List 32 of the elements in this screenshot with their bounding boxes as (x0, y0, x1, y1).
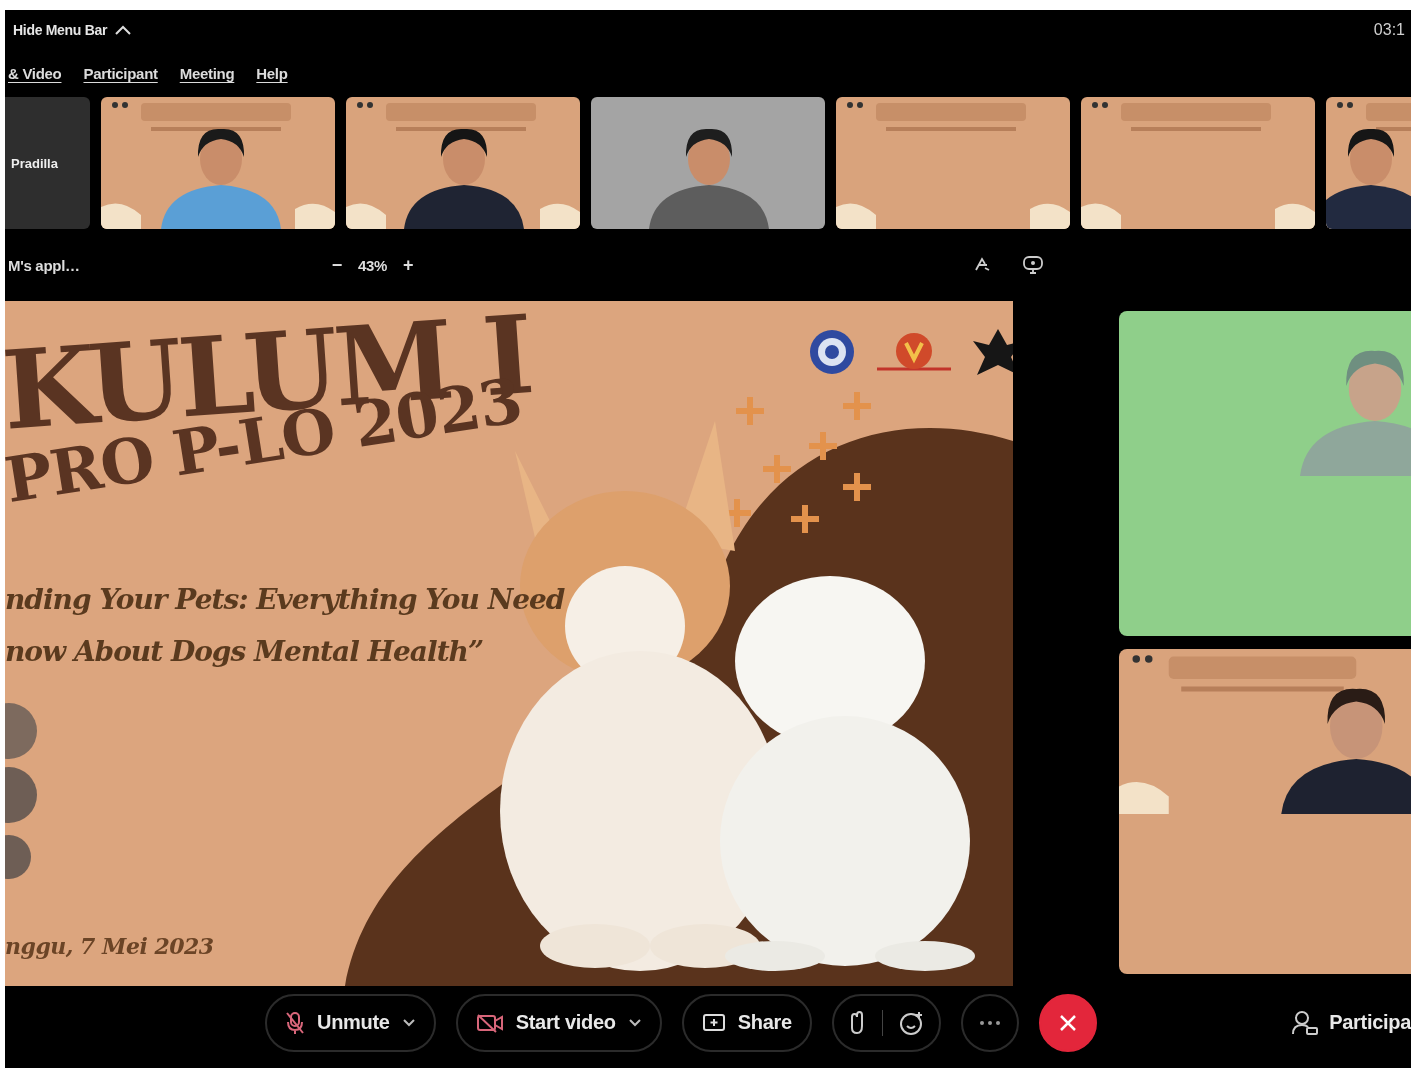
emblem-icon (971, 327, 1013, 377)
menu-item[interactable]: Help (256, 65, 288, 82)
menu-item[interactable]: Meeting (179, 65, 235, 82)
meeting-timer: 03:1 (1373, 21, 1405, 39)
unmute-button[interactable]: Unmute (265, 993, 436, 1052)
slide-date: nggu, 7 Mei 2023 (5, 933, 214, 959)
participant-name-tile[interactable]: Pradilla (5, 97, 90, 229)
close-icon (1057, 1012, 1078, 1033)
zoom-in-button[interactable]: + (403, 254, 414, 276)
zoom-out-button[interactable]: − (331, 254, 342, 276)
reaction-icon[interactable] (898, 1009, 925, 1036)
annotate-icon[interactable] (973, 256, 992, 272)
participants-button[interactable]: Participa (1291, 993, 1411, 1052)
slide-tagline: now About Dogs Mental Health” (5, 635, 484, 668)
chevron-down-icon[interactable] (401, 1018, 416, 1027)
chevron-down-icon[interactable] (627, 1018, 642, 1027)
muted-microphone-icon (285, 1010, 305, 1035)
monitor-icon[interactable] (1023, 256, 1044, 274)
slide-tagline: nding Your Pets: Everything You Need (5, 583, 565, 616)
menu-item[interactable]: & Video (8, 65, 62, 82)
shared-content-title: M's appl… (8, 256, 80, 274)
share-button[interactable]: Share (681, 993, 812, 1052)
participants-icon (1291, 1009, 1320, 1036)
start-video-button[interactable]: Start video (455, 993, 662, 1052)
menu-item[interactable]: Participant (83, 65, 158, 82)
share-screen-icon (701, 1012, 726, 1033)
camera-off-icon (475, 1012, 504, 1033)
zoom-level: 43% (357, 256, 388, 274)
more-icon (978, 1019, 1001, 1026)
emblem-icon (807, 327, 857, 377)
caret-up-icon (115, 25, 132, 35)
hide-menu-bar-button[interactable]: Hide Menu Bar (13, 22, 132, 38)
